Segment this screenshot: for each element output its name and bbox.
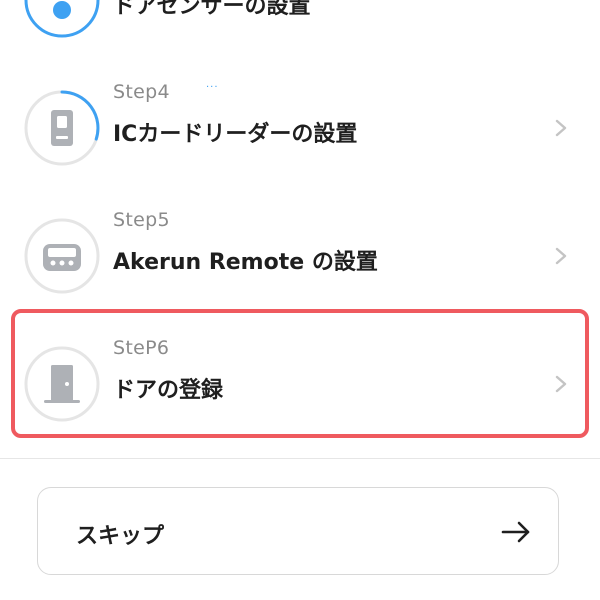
step-row-door-sensor[interactable]: ドアセンサーの設置 bbox=[0, 0, 600, 64]
step-row-step5[interactable]: Step5 Akerun Remote の設置 bbox=[0, 192, 600, 320]
step-number-label: Step4 bbox=[113, 81, 170, 103]
step-row-step6[interactable]: SteP6 ドアの登録 bbox=[0, 320, 600, 448]
chevron-right-icon bbox=[550, 240, 572, 272]
chevron-right-icon bbox=[550, 368, 572, 400]
arrow-right-icon bbox=[500, 517, 532, 547]
step-title: ドアの登録 bbox=[113, 378, 224, 403]
step-title: ICカードリーダーの設置 bbox=[113, 122, 358, 147]
setup-steps-screen: ドアセンサーの設置 Step4 ··· ICカードリーダーの設置 Step5 A… bbox=[0, 0, 600, 600]
step-number-label: Step5 bbox=[113, 209, 170, 231]
remote-device-icon bbox=[43, 244, 81, 271]
step-row-step4[interactable]: Step4 ··· ICカードリーダーの設置 bbox=[0, 64, 600, 192]
step-progress-ring bbox=[24, 218, 100, 294]
progress-percent-text: ··· bbox=[206, 82, 219, 93]
skip-button-label: スキップ bbox=[76, 524, 165, 549]
step-number-label: SteP6 bbox=[113, 337, 170, 359]
chevron-right-icon bbox=[550, 112, 572, 144]
skip-button[interactable]: スキップ bbox=[37, 487, 559, 575]
step-title: Akerun Remote の設置 bbox=[113, 250, 378, 275]
card-reader-icon bbox=[51, 110, 73, 146]
step-progress-ring bbox=[24, 90, 100, 166]
divider bbox=[0, 458, 600, 459]
step-progress-ring bbox=[24, 0, 100, 38]
step-progress-ring bbox=[24, 346, 100, 422]
door-icon bbox=[44, 365, 80, 403]
step-title: ドアセンサーの設置 bbox=[113, 0, 311, 19]
door-sensor-icon bbox=[53, 1, 71, 19]
